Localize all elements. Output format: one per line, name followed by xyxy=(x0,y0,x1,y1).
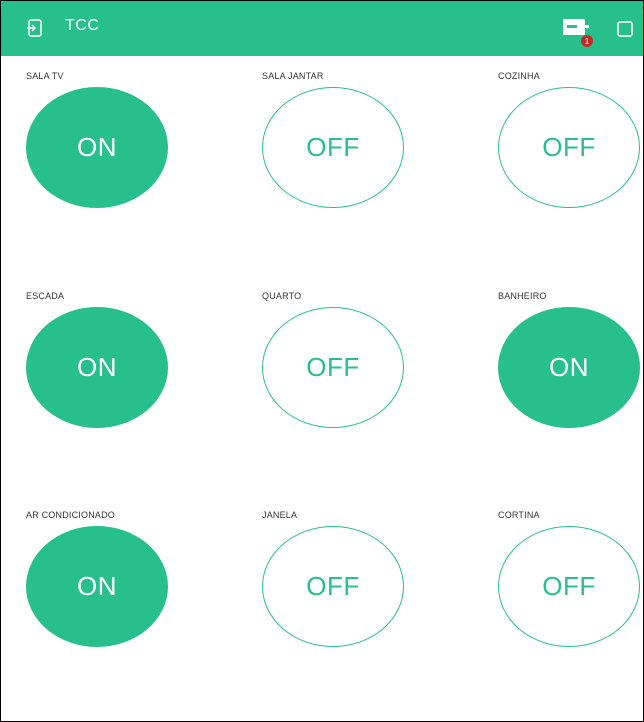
switch-cell: JANELA OFF xyxy=(262,510,462,670)
project-title: TCC xyxy=(65,17,100,34)
switch-cell: ESCADA ON xyxy=(26,291,226,451)
top-bar: TCC 1 xyxy=(1,1,643,56)
device-status-icon[interactable]: 1 xyxy=(561,15,597,51)
switch-button[interactable]: OFF xyxy=(498,87,640,208)
switch-button[interactable]: ON xyxy=(498,307,640,428)
switch-button[interactable]: OFF xyxy=(262,87,404,208)
exit-icon[interactable] xyxy=(25,18,45,38)
switch-label: SALA TV xyxy=(26,71,64,81)
notification-badge: 1 xyxy=(585,37,590,46)
switch-label: COZINHA xyxy=(498,71,540,81)
switch-label: BANHEIRO xyxy=(498,291,547,301)
switch-button[interactable]: OFF xyxy=(498,526,640,647)
switch-label: SALA JANTAR xyxy=(262,71,324,81)
switch-label: QUARTO xyxy=(262,291,302,301)
switch-cell: BANHEIRO ON xyxy=(498,291,643,451)
square-icon[interactable] xyxy=(615,19,635,39)
app-frame: TCC 1 SALA TV ON SALA JANTAR OFF COZINHA… xyxy=(0,0,644,722)
switch-cell: COZINHA OFF xyxy=(498,71,643,231)
switch-button[interactable]: ON xyxy=(26,526,168,647)
switch-cell: SALA JANTAR OFF xyxy=(262,71,462,231)
switch-label: ESCADA xyxy=(26,291,65,301)
switch-button[interactable]: OFF xyxy=(262,526,404,647)
switch-button[interactable]: ON xyxy=(26,307,168,428)
switch-label: AR CONDICIONADO xyxy=(26,510,116,520)
switch-cell: AR CONDICIONADO ON xyxy=(26,510,226,670)
switch-label: CORTINA xyxy=(498,510,540,520)
switch-cell: SALA TV ON xyxy=(26,71,226,231)
switch-button[interactable]: ON xyxy=(26,87,168,208)
switch-cell: QUARTO OFF xyxy=(262,291,462,451)
switch-label: JANELA xyxy=(262,510,298,520)
switch-button[interactable]: OFF xyxy=(262,307,404,428)
switch-cell: CORTINA OFF xyxy=(498,510,643,670)
